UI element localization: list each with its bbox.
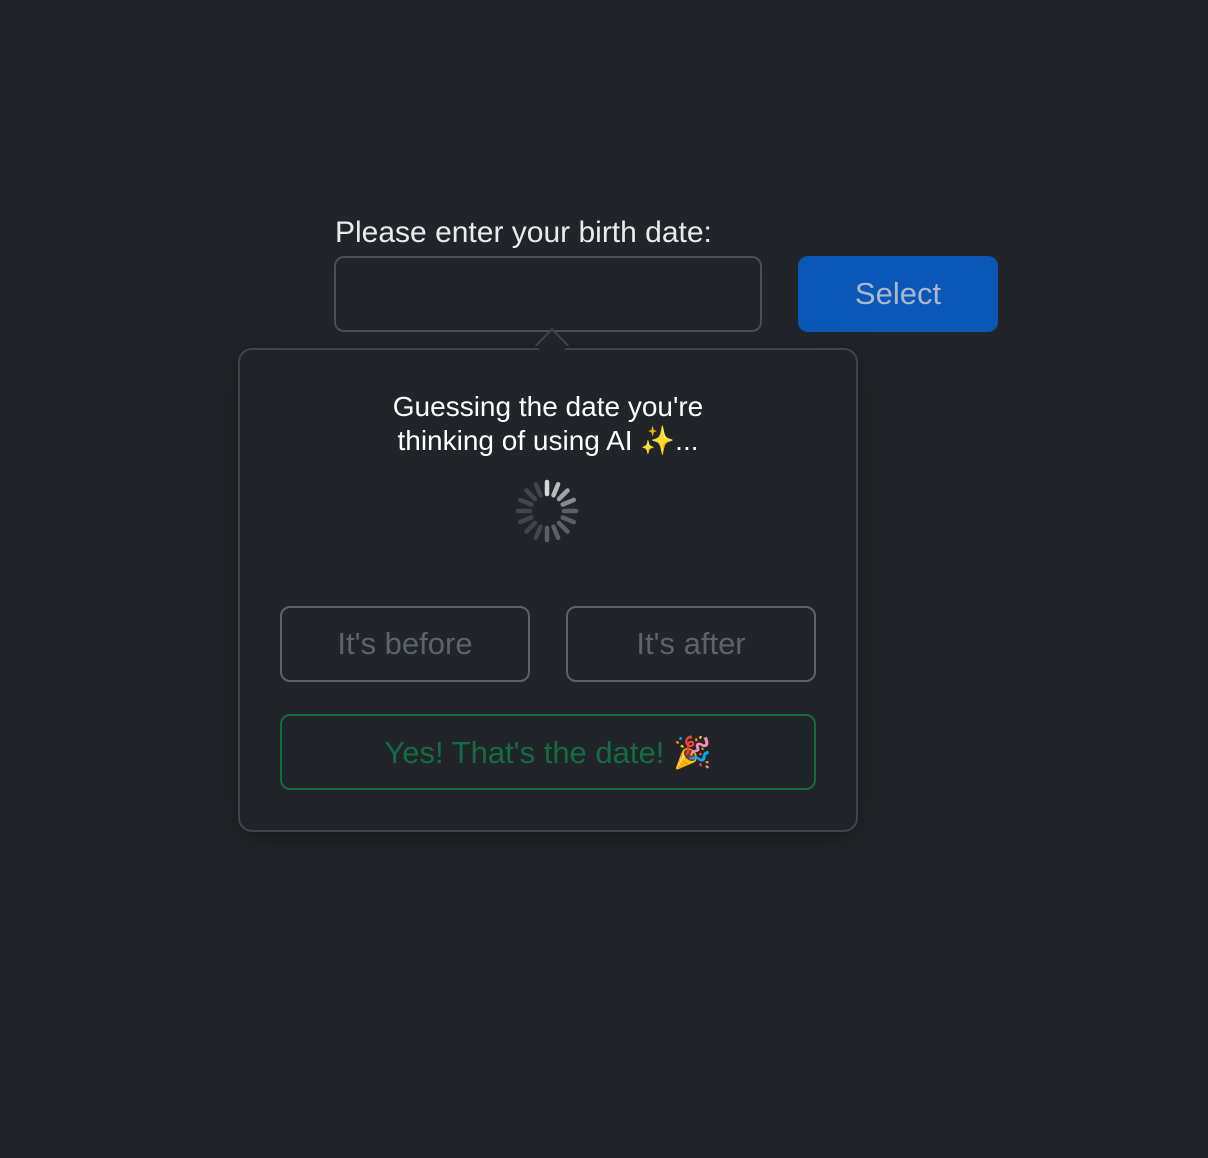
spinner-tick <box>524 488 538 502</box>
its-before-button[interactable]: It's before <box>280 606 530 682</box>
spinner-tick <box>517 515 534 525</box>
spinner-tick <box>551 481 561 498</box>
spinner-tick <box>524 520 538 534</box>
guess-message-line-1: Guessing the date you're <box>392 391 704 422</box>
spinner-tick <box>533 524 543 541</box>
spinner-tick <box>560 515 577 525</box>
page: Please enter your birth date: Select Gue… <box>0 0 1208 1158</box>
spinner-tick <box>551 524 561 541</box>
guess-message: Guessing the date you're thinking of usi… <box>240 390 856 458</box>
popover-arrow <box>535 328 569 362</box>
spinner-tick <box>556 488 570 502</box>
its-after-button[interactable]: It's after <box>566 606 816 682</box>
birth-date-input[interactable] <box>334 256 762 332</box>
spinner-tick <box>517 497 534 507</box>
spinner-tick <box>556 520 570 534</box>
spinner-tick <box>560 497 577 507</box>
guess-message-line-2: thinking of using AI ✨... <box>397 425 699 456</box>
select-button[interactable]: Select <box>798 256 998 332</box>
guess-popover: Guessing the date you're thinking of usi… <box>238 328 858 832</box>
confirm-date-button[interactable]: Yes! That's the date! 🎉 <box>280 714 816 790</box>
spinner-icon <box>515 479 579 543</box>
spinner-tick <box>533 481 543 498</box>
birth-date-label: Please enter your birth date: <box>335 216 712 249</box>
